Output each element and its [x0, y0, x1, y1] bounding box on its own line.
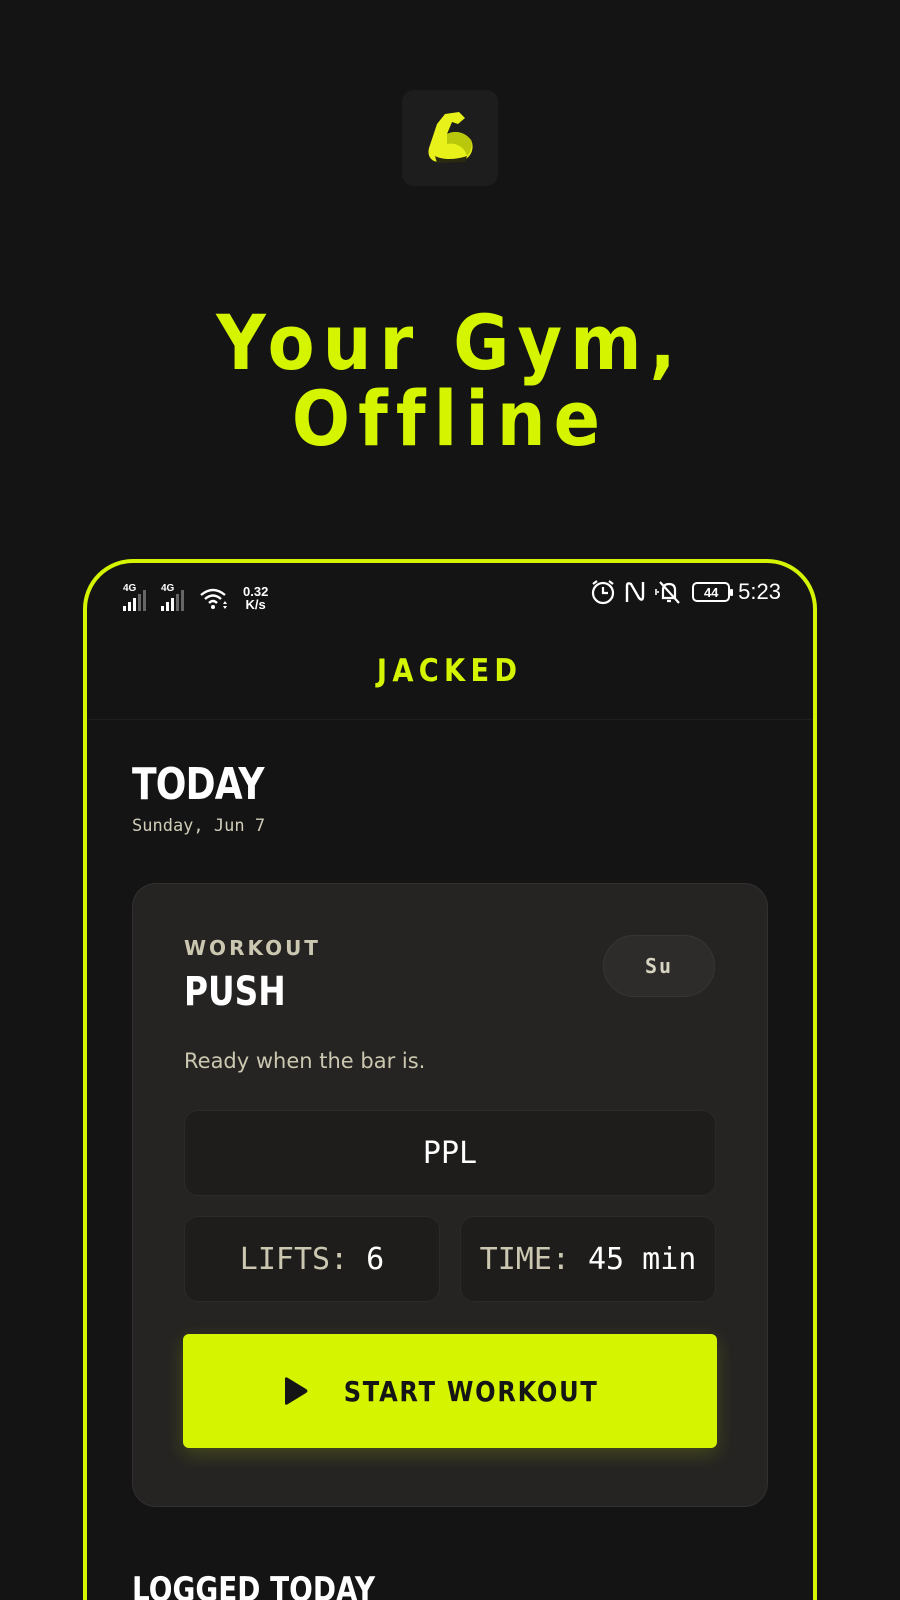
time-value: 45 min: [587, 1241, 697, 1277]
battery-icon: 44: [692, 582, 734, 602]
start-workout-button[interactable]: START WORKOUT: [183, 1334, 717, 1448]
workout-kicker: WORKOUT: [184, 936, 321, 960]
alarm-icon: [592, 580, 615, 605]
start-workout-label: START WORKOUT: [343, 1374, 599, 1408]
net-speed-unit: K/s: [245, 597, 266, 612]
flexed-bicep-icon: [428, 112, 473, 163]
today-heading: TODAY: [132, 759, 265, 810]
app-icon: [402, 90, 498, 186]
status-time: 5:23: [738, 579, 781, 604]
time-label: TIME:: [479, 1241, 570, 1277]
app-header: JACKED: [87, 623, 813, 720]
today-date: Sunday, Jun 7: [132, 816, 266, 836]
status-bar: 4G 4G 0.32 K/s 44 5:23: [87, 563, 813, 623]
signal-icon: 4G: [123, 583, 153, 611]
lifts-label: LIFTS:: [239, 1241, 349, 1277]
workout-card[interactable]: WORKOUT PUSH Su Ready when the bar is. P…: [132, 883, 768, 1507]
lifts-stat: LIFTS: 6: [184, 1216, 440, 1302]
play-icon: [284, 1377, 308, 1405]
net-speed: 0.32 K/s: [243, 585, 268, 611]
workout-subtitle: Ready when the bar is.: [184, 1049, 426, 1073]
program-badge: PPL: [184, 1110, 716, 1196]
wifi-icon: [200, 588, 227, 609]
battery-level: 44: [703, 584, 719, 600]
promo-tagline: Your Gym, Offline: [216, 298, 684, 463]
time-stat: TIME: 45 min: [460, 1216, 716, 1302]
nfc-icon: [625, 582, 645, 602]
lifts-value: 6: [366, 1241, 385, 1277]
app-title: JACKED: [377, 653, 523, 689]
workout-title: PUSH: [184, 969, 286, 1015]
mute-icon: [655, 581, 680, 604]
signal-icon: 4G: [161, 583, 191, 611]
day-badge: Su: [603, 935, 715, 997]
logged-today-heading: LOGGED TODAY: [132, 1570, 376, 1600]
phone-frame: 4G 4G 0.32 K/s 44 5:23 JACKED TODAY Sund…: [83, 559, 817, 1600]
